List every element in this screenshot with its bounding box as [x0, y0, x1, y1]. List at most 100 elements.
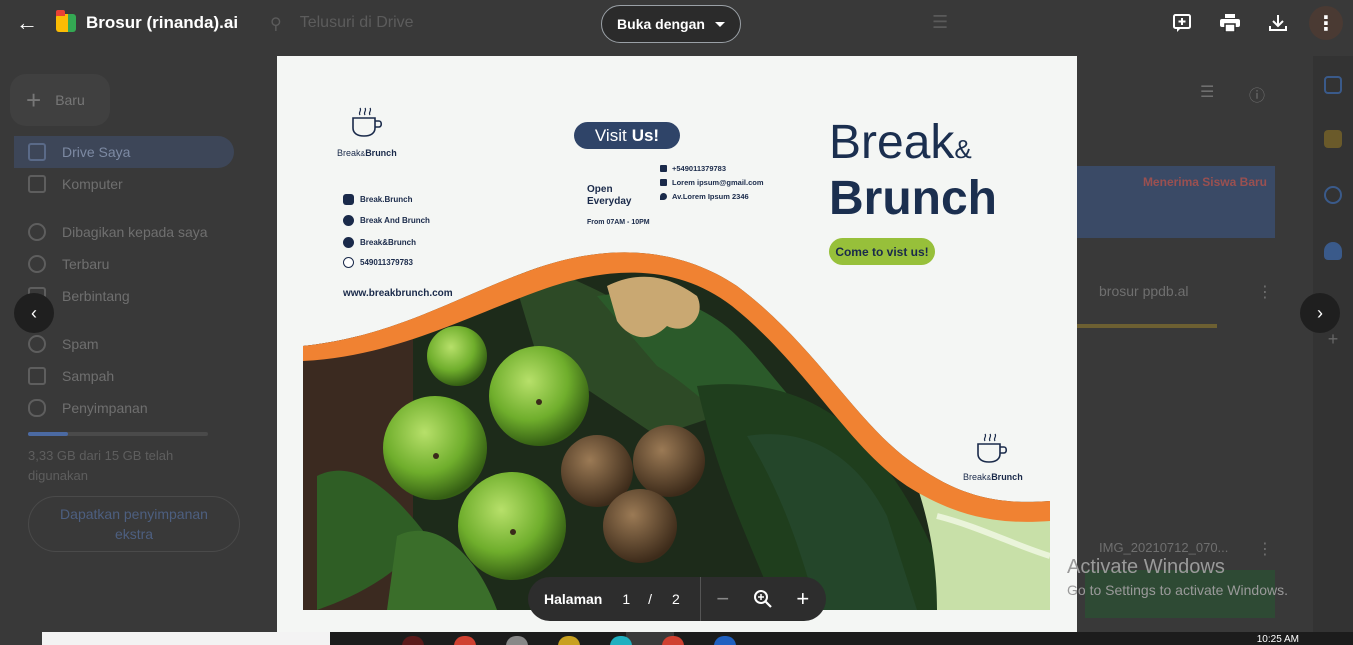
- search-icon: ⚲: [270, 16, 282, 33]
- more-vert-icon: ⋮: [1257, 541, 1273, 558]
- app-icon[interactable]: [610, 636, 632, 645]
- taskbar-search[interactable]: [42, 632, 330, 645]
- logo-post: Brunch: [365, 148, 397, 158]
- arrow-back-icon: ←: [16, 10, 38, 35]
- current-page-input[interactable]: 1: [622, 591, 630, 607]
- page-label: Halaman: [544, 591, 603, 607]
- list-view-icon: ☰: [1200, 84, 1215, 101]
- sidebar-item-shared: Dibagikan kepada saya: [0, 216, 232, 248]
- instagram-icon: [343, 194, 354, 205]
- contact-email: Lorem ipsum@gmail.com: [660, 178, 764, 187]
- plus-icon: +: [26, 84, 42, 115]
- next-file-button[interactable]: ›: [1300, 293, 1340, 333]
- clock-icon: [28, 255, 46, 273]
- add-icon: +: [1327, 329, 1339, 349]
- activation-watermark-title: Activate Windows: [1067, 556, 1225, 578]
- open-with-label: Buka dengan: [617, 16, 705, 32]
- plus-icon: +: [796, 586, 810, 611]
- search-placeholder: Telusuri di Drive: [299, 14, 414, 31]
- more-options-button[interactable]: ⋮: [1309, 6, 1343, 40]
- thumbnail-text: Menerima Siswa Baru: [1142, 175, 1267, 189]
- search-bar-dimmed: ⚲ Telusuri di Drive: [270, 14, 414, 34]
- shared-icon: [28, 223, 46, 241]
- phone-icon: [660, 165, 667, 172]
- sidebar-item-label: Drive Saya: [62, 144, 131, 160]
- contacts-icon: [1324, 242, 1342, 260]
- logo-post: Brunch: [991, 472, 1023, 482]
- social-whatsapp: 549011379783: [343, 257, 413, 268]
- website-text: www.breakbrunch.com: [343, 288, 453, 299]
- zoom-reset-button[interactable]: [743, 579, 783, 619]
- app-icon[interactable]: [558, 636, 580, 645]
- sidebar-item-label: Penyimpanan: [62, 400, 148, 416]
- filter-icon: ☰: [932, 12, 949, 32]
- app-icon[interactable]: [714, 636, 736, 645]
- file-thumbnail-strip: [1077, 324, 1217, 328]
- social-instagram: Break.Brunch: [343, 194, 412, 205]
- chevron-left-icon: ‹: [31, 302, 37, 323]
- back-button[interactable]: ←: [12, 8, 42, 38]
- document-page: Break&Brunch Break.Brunch Break And Brun…: [277, 56, 1077, 636]
- open-everyday-text: Open Everyday: [587, 184, 632, 207]
- app-icon[interactable]: [402, 636, 424, 645]
- more-vert-icon: ⋮: [1257, 284, 1273, 301]
- illustrator-file-icon: [56, 10, 76, 32]
- social-text: Break&Brunch: [360, 238, 417, 247]
- more-vert-icon: ⋮: [1316, 12, 1336, 35]
- sidebar-item-label: Komputer: [62, 176, 123, 192]
- dropdown-caret-icon: [714, 21, 725, 27]
- sidebar-item-storage: Penyimpanan: [0, 392, 232, 424]
- file-title: Brosur (rinanda).ai: [86, 13, 239, 32]
- sidebar-item-my-drive: Drive Saya: [14, 136, 234, 168]
- total-pages: 2: [672, 591, 680, 607]
- sidebar-item-trash: Sampah: [0, 360, 232, 392]
- social-twitter: Break&Brunch: [343, 237, 416, 248]
- cta-badge: Come to vist us!: [829, 238, 935, 265]
- cloud-icon: [28, 399, 46, 417]
- location-icon: [660, 193, 667, 200]
- brand-headline: Break& Brunch: [829, 118, 997, 224]
- contact-address: Av.Lorem Ipsum 2346: [660, 192, 749, 201]
- logo-pre: Break: [963, 472, 987, 482]
- visit-us-badge: Visit Us!: [574, 122, 680, 149]
- download-icon: [1269, 15, 1287, 31]
- app-icon[interactable]: [454, 636, 476, 645]
- print-button[interactable]: [1213, 6, 1247, 40]
- cup-logo-icon: [977, 433, 1008, 463]
- print-icon: [1220, 14, 1240, 32]
- contact-text: +549011379783: [672, 164, 727, 173]
- trash-icon: [28, 367, 46, 385]
- file-thumbnail: Menerima Siswa Baru: [1077, 166, 1275, 238]
- chrome-icon[interactable]: [662, 636, 684, 645]
- facebook-icon: [343, 215, 354, 226]
- zoom-out-button[interactable]: −: [703, 579, 743, 619]
- download-button[interactable]: [1261, 6, 1295, 40]
- sidebar-item-computers: Komputer: [0, 168, 232, 200]
- get-storage-button: Dapatkan penyimpanan ekstra: [28, 496, 240, 552]
- keep-icon: [1324, 130, 1342, 148]
- minus-icon: −: [716, 586, 730, 611]
- brand-logo-small: Break&Brunch: [337, 148, 397, 158]
- chevron-right-icon: ›: [1317, 302, 1323, 323]
- mail-icon: [660, 179, 667, 186]
- new-label: Baru: [55, 92, 85, 108]
- twitter-icon: [343, 237, 354, 248]
- divider: [699, 577, 701, 621]
- open-with-button[interactable]: Buka dengan: [601, 5, 741, 43]
- brand-line1: Break: [829, 116, 955, 169]
- contact-text: Av.Lorem Ipsum 2346: [672, 192, 749, 201]
- drive-sidebar: + Baru Drive Saya Komputer Dibagikan kep…: [0, 56, 250, 636]
- previous-file-button[interactable]: ‹: [14, 293, 54, 333]
- sidebar-item-label: Terbaru: [62, 256, 110, 272]
- whatsapp-icon: [343, 257, 354, 268]
- sidebar-item-label: Sampah: [62, 368, 115, 384]
- zoom-in-button[interactable]: +: [783, 579, 823, 619]
- app-icon[interactable]: [506, 636, 528, 645]
- social-text: Break.Brunch: [360, 195, 413, 204]
- drive-file-grid: ☰ ⓘ Menerima Siswa Baru brosur ppdb.al ⋮…: [1077, 56, 1353, 636]
- storage-fill: [28, 432, 68, 436]
- sidebar-item-label: Spam: [62, 336, 99, 352]
- brand-logo-small: Break&Brunch: [963, 472, 1023, 482]
- add-comment-button[interactable]: [1165, 6, 1199, 40]
- contact-text: Lorem ipsum@gmail.com: [672, 178, 764, 187]
